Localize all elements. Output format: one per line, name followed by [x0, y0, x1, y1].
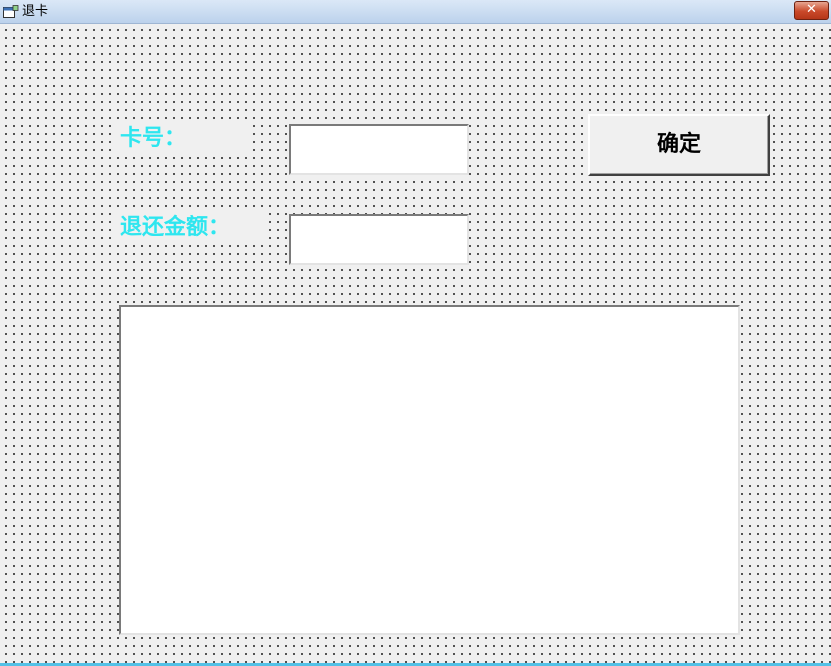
refund-card-window: 退卡 ✕ 卡号： 退还金额： 确定: [0, 0, 831, 666]
close-button[interactable]: ✕: [794, 1, 829, 20]
card-number-input[interactable]: [289, 124, 469, 175]
output-textbox[interactable]: [119, 305, 740, 635]
refund-amount-input[interactable]: [289, 214, 469, 265]
form-window-icon: [3, 5, 19, 18]
form-canvas: 卡号： 退还金额： 确定: [0, 24, 831, 663]
window-title: 退卡: [22, 4, 49, 19]
card-number-label: 卡号：: [116, 121, 248, 155]
refund-amount-label: 退还金额：: [116, 210, 264, 244]
title-bar[interactable]: 退卡 ✕: [0, 0, 831, 24]
confirm-button[interactable]: 确定: [588, 114, 770, 176]
close-icon: ✕: [806, 2, 817, 17]
